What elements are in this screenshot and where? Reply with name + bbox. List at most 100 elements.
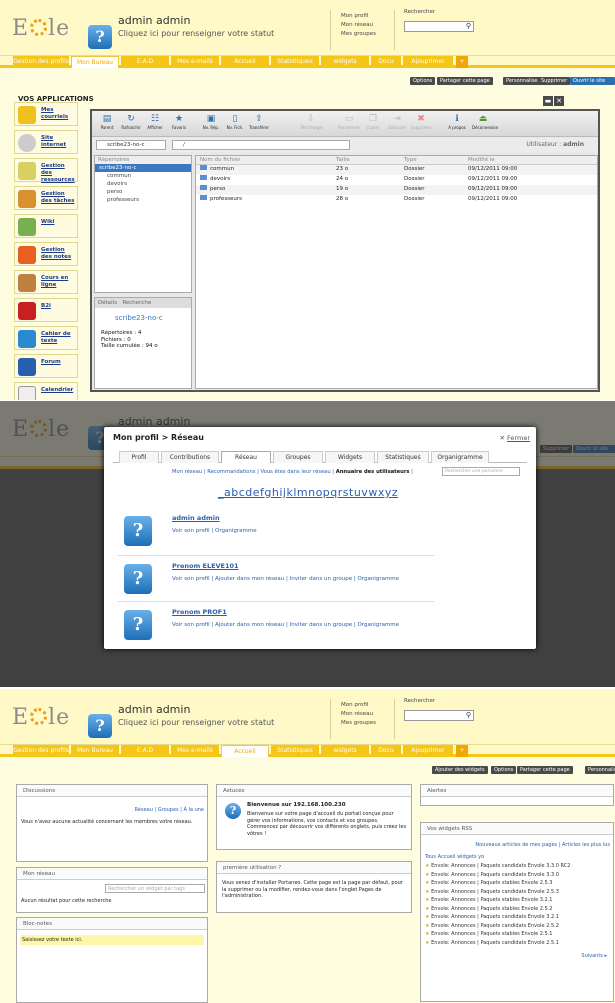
tab-gestion-profils[interactable]: Gestion des profils (13, 745, 69, 757)
person-links[interactable]: Voir son profil | Ajouter dans mon résea… (172, 622, 399, 628)
delete-button[interactable]: Supprimer (538, 77, 571, 85)
list-item[interactable]: ★ Envole: Annonces | Paquets candidats E… (425, 922, 570, 931)
list-item[interactable]: ★ Envole: Annonces | Paquets candidats E… (425, 913, 570, 922)
minimize-icon[interactable]: ▬ (543, 96, 553, 106)
tab-organigramme[interactable]: Organigramme (431, 451, 489, 463)
parent-button[interactable]: ▤ Parent (96, 114, 118, 130)
tab-widgets[interactable]: widgets (321, 56, 369, 68)
app-site-internet[interactable]: Site internet (14, 130, 78, 154)
people-search-input[interactable]: Rechercher une personne (442, 467, 520, 476)
app-wiki[interactable]: Wiki (14, 214, 78, 238)
add-widgets-button[interactable]: Ajouter des widgets (432, 766, 488, 774)
tab-gestion-profils[interactable]: Gestion des profils (13, 56, 69, 68)
tab-mes-emails[interactable]: Mes e-mails (171, 56, 219, 68)
list-item[interactable]: ★ Envole: Annonces | Paquets candidats E… (425, 862, 570, 871)
tab-details[interactable]: Détails (98, 300, 117, 306)
rss-header-links[interactable]: Nouveaux articles de mes pages | Article… (475, 842, 610, 849)
col-size[interactable]: Taille (336, 156, 350, 165)
user-avatar[interactable]: ? (88, 25, 112, 49)
rss-next-link[interactable]: Suivants ▸ (581, 953, 607, 960)
search-input[interactable]: ⚲ (404, 710, 474, 721)
person-name[interactable]: admin admin (172, 514, 220, 522)
new-folder-button[interactable]: ▣ Nv. Rép. (200, 114, 222, 130)
link-mon-reseau[interactable]: Mon réseau (341, 21, 376, 30)
list-item[interactable]: ★ Envole: Annonces | Paquets stables Env… (425, 879, 570, 888)
sublinks[interactable]: Mon réseau | Recommandations | Vous êtes… (172, 469, 334, 475)
open-site-button[interactable]: Ouvrir le site (570, 77, 615, 85)
tree-item-professeurs[interactable]: professeurs (95, 196, 191, 204)
tree-root[interactable]: scribe23-no-c (95, 164, 191, 172)
personalize-button[interactable]: Personnaliser (585, 766, 615, 774)
move-button[interactable]: ⇥ Déplacer (386, 114, 408, 130)
tree-item-devoirs[interactable]: devoirs (95, 180, 191, 188)
list-item[interactable]: ★ Envole: Annonces | Paquets stables Env… (425, 896, 570, 905)
rss-filter[interactable]: Tous Accueil widgets yo (425, 854, 484, 861)
search-input[interactable]: ⚲ (404, 21, 474, 32)
personalize-button[interactable]: Personnaliser (503, 77, 543, 85)
favorites-button[interactable]: ★ Favoris (168, 114, 190, 130)
tab-accueil[interactable]: Accueil (221, 56, 269, 68)
tab-statistiques[interactable]: Statistiques (377, 451, 429, 463)
person-name[interactable]: Prenom ELEVE101 (172, 562, 239, 570)
notes-textarea[interactable]: Saisissez votre texte ici. (20, 935, 204, 945)
user-status[interactable]: Cliquez ici pour renseigner votre statut (118, 29, 274, 38)
app-b2i[interactable]: B2i (14, 298, 78, 322)
col-type[interactable]: Type (404, 156, 417, 165)
user-name[interactable]: admin admin (118, 14, 190, 27)
link-mon-reseau[interactable]: Mon réseau (341, 710, 376, 719)
table-row[interactable]: devoirs 24 o Dossier 09/12/2011 09:00 (196, 175, 597, 185)
tab-contributions[interactable]: Contributions (161, 451, 219, 463)
add-tab-button[interactable]: + (456, 745, 468, 757)
tree-item-perso[interactable]: perso (95, 188, 191, 196)
list-item[interactable]: ★ Envole: Annonces | Paquets candidats E… (425, 888, 570, 897)
user-avatar[interactable]: ? (88, 714, 112, 738)
list-item[interactable]: ★ Envole: Annonces | Paquets stables Env… (425, 905, 570, 914)
copy-button[interactable]: ❐ Copier (362, 114, 384, 130)
tab-reseau[interactable]: Réseau (221, 451, 271, 463)
tab-widgets[interactable]: widgets (321, 745, 369, 757)
path-field[interactable]: / (172, 140, 350, 150)
tab-statistiques[interactable]: Statistiques (271, 56, 319, 68)
list-item[interactable]: ★ Envole: Annonces | Paquets candidats E… (425, 871, 570, 880)
logout-button[interactable]: ⏏ Déconnexion (472, 114, 498, 130)
app-forum[interactable]: Forum (14, 354, 78, 378)
modal-close[interactable]: ✕ Fermer (500, 434, 530, 442)
table-row[interactable]: commun 23 o Dossier 09/12/2011 09:00 (196, 165, 597, 175)
user-status[interactable]: Cliquez ici pour renseigner votre statut (118, 718, 274, 727)
tab-ead[interactable]: E.A.D (121, 745, 169, 757)
link-mon-profil[interactable]: Mon profil (341, 701, 376, 710)
list-item[interactable]: ★ Envole: Annonces | Paquets candidats E… (425, 939, 570, 948)
options-button[interactable]: Options (410, 77, 436, 85)
link-mes-groupes[interactable]: Mes groupes (341, 719, 376, 728)
widget-search-input[interactable]: Rechercher un widget par tags (105, 884, 205, 893)
app-calendrier[interactable]: Calendrier (14, 382, 78, 400)
tab-widgets[interactable]: Widgets (325, 451, 375, 463)
link-mes-groupes[interactable]: Mes groupes (341, 30, 376, 39)
delete-file-button[interactable]: ✖ Supprimer (410, 114, 432, 130)
tree-item-commun[interactable]: commun (95, 172, 191, 180)
col-name[interactable]: Nom du fichier (200, 156, 240, 165)
person-avatar[interactable]: ? (124, 564, 152, 594)
tab-recherche[interactable]: Recherche (122, 300, 151, 306)
table-row[interactable]: perso 19 o Dossier 09/12/2011 09:00 (196, 185, 597, 195)
person-links[interactable]: Voir son profil | Organigramme (172, 528, 257, 534)
volume-select[interactable]: scribe23-no-c (96, 140, 166, 150)
tab-mon-bureau[interactable]: Mon Bureau (71, 745, 119, 757)
app-taches[interactable]: Gestion des tâches (14, 186, 78, 210)
tab-mon-bureau[interactable]: Mon Bureau (71, 56, 119, 68)
list-item[interactable]: ★ Envole: Annonces | Paquets stables Env… (425, 930, 570, 939)
table-row[interactable]: professeurs 28 o Dossier 09/12/2011 09:00 (196, 195, 597, 205)
search-icon[interactable]: ⚲ (466, 711, 471, 719)
discussions-links[interactable]: Réseau | Groupes | À la une (135, 807, 204, 814)
upload-button[interactable]: ⇪ Transférer (248, 114, 270, 130)
refresh-button[interactable]: ↻ Rafraichir (120, 114, 142, 130)
tab-ajouprimer[interactable]: Ajouprimer (403, 745, 453, 757)
tab-statistiques[interactable]: Statistiques (271, 745, 319, 757)
col-modified[interactable]: Modifié le (468, 156, 495, 165)
app-cours[interactable]: Cours en ligne (14, 270, 78, 294)
tab-profil[interactable]: Profil (119, 451, 159, 463)
about-button[interactable]: ℹA propos (446, 114, 468, 130)
new-file-button[interactable]: ▯ Nv. Fich. (224, 114, 246, 130)
app-cahier[interactable]: Cahier de texte (14, 326, 78, 350)
app-courriels[interactable]: Mes courriels (14, 102, 78, 126)
